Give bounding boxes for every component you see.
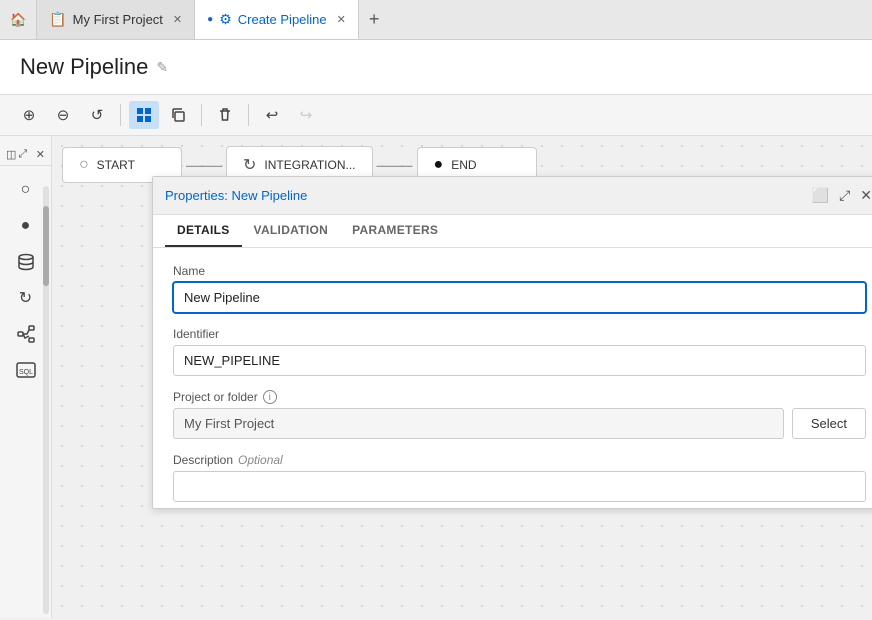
- sidebar-icon-nodes[interactable]: [10, 318, 42, 350]
- connector-1: ——: [182, 155, 226, 176]
- undo-button[interactable]: ↩: [257, 101, 287, 129]
- home-icon: 🏠: [10, 12, 26, 28]
- delete-button[interactable]: [210, 101, 240, 129]
- project-label: Project or folder i: [173, 390, 866, 404]
- end-node-label: END: [451, 158, 476, 172]
- refresh-button[interactable]: ↺: [82, 101, 112, 129]
- project-field-group: Project or folder i Select: [173, 390, 866, 439]
- project-tab-label: My First Project: [73, 12, 163, 27]
- properties-tabs: DETAILS VALIDATION PARAMETERS: [153, 215, 872, 248]
- home-tab[interactable]: 🏠: [0, 0, 37, 39]
- sidebar-toggle[interactable]: ◫ ⤢ ✕: [0, 144, 51, 166]
- page-title: New Pipeline: [20, 54, 148, 80]
- toolbar-separator-3: [248, 104, 249, 126]
- add-tab-button[interactable]: +: [359, 0, 390, 39]
- project-folder-row: Select: [173, 408, 866, 439]
- tab-parameters[interactable]: PARAMETERS: [340, 215, 450, 247]
- zoom-out-button[interactable]: ⊖: [48, 101, 78, 129]
- properties-minimize-button[interactable]: ⬜: [810, 185, 831, 206]
- project-input[interactable]: [173, 408, 784, 439]
- name-field-group: Name: [173, 264, 866, 313]
- properties-close-button[interactable]: ✕: [858, 185, 872, 206]
- start-node-icon: ○: [79, 156, 89, 174]
- sidebar-toggle-icon: ◫: [6, 148, 16, 161]
- identifier-input[interactable]: [173, 345, 866, 376]
- integration-node-label: INTEGRATION...: [264, 158, 355, 172]
- start-node-label: START: [97, 158, 135, 172]
- tab-validation[interactable]: VALIDATION: [242, 215, 341, 247]
- sidebar-icon-dot[interactable]: ●: [10, 210, 42, 242]
- tab-details[interactable]: DETAILS: [165, 215, 242, 247]
- identifier-label: Identifier: [173, 327, 866, 341]
- pipeline-tab-icon: ⚙: [219, 11, 232, 28]
- name-input[interactable]: [173, 282, 866, 313]
- end-node-icon: ●: [434, 156, 444, 174]
- properties-expand-button[interactable]: ⤢: [837, 185, 852, 206]
- description-optional-label: Optional: [238, 453, 283, 467]
- sidebar-expand-icon: ⤢: [18, 148, 27, 161]
- pipeline-tab-label: Create Pipeline: [238, 12, 327, 27]
- properties-prefix: Properties:: [165, 188, 231, 203]
- properties-form: Name Identifier Project or folder i: [153, 248, 872, 508]
- tab-pipeline[interactable]: ● ⚙ Create Pipeline ✕: [195, 0, 359, 39]
- tab-project[interactable]: 📋 My First Project ✕: [37, 0, 195, 39]
- pipeline-tab-dot: ●: [207, 14, 213, 25]
- properties-name: New Pipeline: [231, 188, 307, 203]
- toolbar-separator-1: [120, 104, 121, 126]
- main-area: ◫ ⤢ ✕ ○ ● ↻ SQL: [0, 136, 872, 618]
- sidebar-icon-database[interactable]: [10, 246, 42, 278]
- zoom-in-button[interactable]: ⊕: [14, 101, 44, 129]
- project-tab-icon: 📋: [49, 11, 66, 28]
- toolbar-separator-2: [201, 104, 202, 126]
- add-icon: +: [369, 9, 380, 30]
- sidebar-scrollbar[interactable]: [43, 186, 49, 614]
- description-field-group: Description Optional: [173, 453, 866, 502]
- properties-actions: ⬜ ⤢ ✕: [810, 185, 872, 206]
- identifier-field-group: Identifier: [173, 327, 866, 376]
- pipeline-tab-close[interactable]: ✕: [337, 13, 346, 26]
- description-label: Description Optional: [173, 453, 866, 467]
- description-input[interactable]: [173, 471, 866, 502]
- properties-panel: Properties: New Pipeline ⬜ ⤢ ✕ DETAILS V…: [152, 176, 872, 509]
- redo-button[interactable]: ↪: [291, 101, 321, 129]
- properties-header: Properties: New Pipeline ⬜ ⤢ ✕: [153, 177, 872, 215]
- tab-bar: 🏠 📋 My First Project ✕ ● ⚙ Create Pipeli…: [0, 0, 872, 40]
- project-info-icon[interactable]: i: [263, 390, 277, 404]
- svg-text:SQL: SQL: [19, 369, 33, 376]
- canvas-area[interactable]: ○ START —— ↻ INTEGRATION... —— ● END Pro…: [52, 136, 872, 618]
- name-label: Name: [173, 264, 866, 278]
- sidebar-icon-sql[interactable]: SQL: [10, 354, 42, 386]
- grid-button[interactable]: [129, 101, 159, 129]
- sidebar-close-icon[interactable]: ✕: [36, 148, 45, 161]
- integration-node-icon: ↻: [243, 155, 256, 175]
- copy-button[interactable]: [163, 101, 193, 129]
- select-button[interactable]: Select: [792, 408, 866, 439]
- page-title-area: New Pipeline ✎: [0, 40, 872, 95]
- sidebar-scrollbar-thumb: [43, 206, 49, 286]
- sidebar: ◫ ⤢ ✕ ○ ● ↻ SQL: [0, 136, 52, 618]
- edit-title-icon[interactable]: ✎: [156, 59, 168, 76]
- project-tab-close[interactable]: ✕: [173, 13, 182, 26]
- properties-title: Properties: New Pipeline: [165, 188, 307, 203]
- toolbar: ⊕ ⊖ ↺ ↩ ↪: [0, 95, 872, 136]
- sidebar-icon-refresh[interactable]: ↻: [10, 282, 42, 314]
- connector-2: ——: [373, 155, 417, 176]
- sidebar-icon-circle[interactable]: ○: [10, 174, 42, 206]
